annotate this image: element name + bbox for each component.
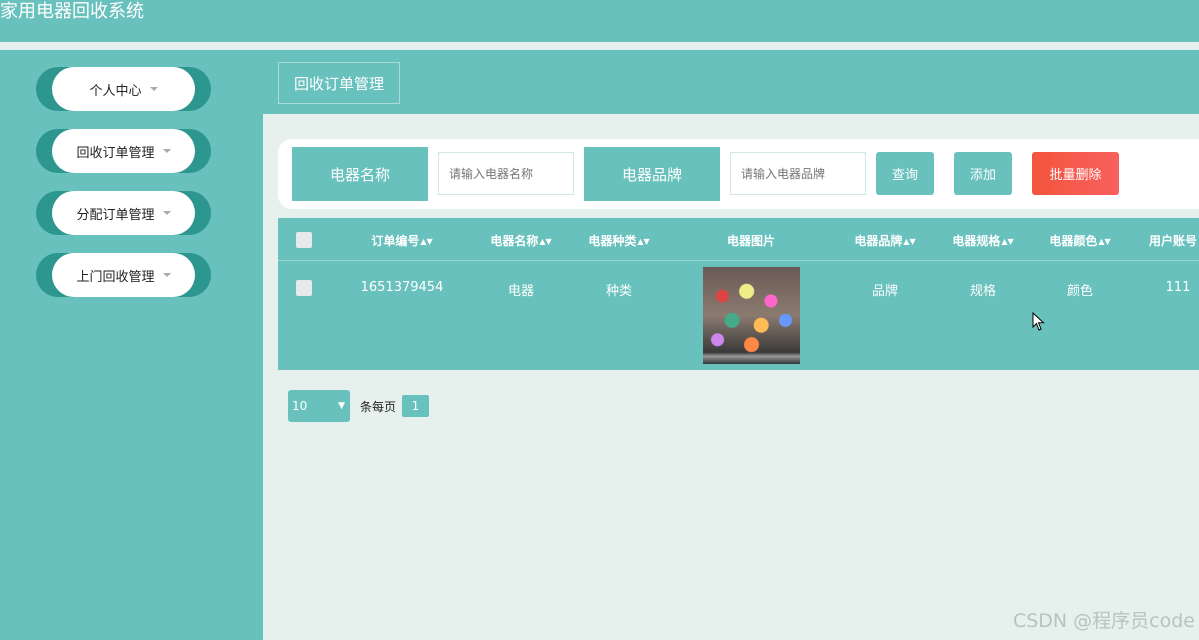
watermark: CSDN @程序员code xyxy=(1012,610,1195,632)
sidebar-item-label: 分配订单管理 xyxy=(76,207,155,223)
column-header[interactable]: 电器名称▲▼ xyxy=(490,232,551,249)
sidebar-item-personal-center[interactable]: 个人中心 xyxy=(36,67,211,111)
sidebar: 个人中心 回收订单管理 分配订单管理 上门回收管理 xyxy=(0,50,263,640)
table-header: 订单编号▲▼ 电器名称▲▼ 电器种类▲▼ 电器图片 电器品牌▲▼ 电器规格▲▼ … xyxy=(278,218,1199,261)
page-size-select[interactable]: 10 ▼ xyxy=(288,390,350,422)
cell-order-no: 1651379454 xyxy=(360,280,444,295)
name-search-input[interactable] xyxy=(438,152,574,195)
sidebar-item-onsite-recycling[interactable]: 上门回收管理 xyxy=(36,253,211,297)
column-header[interactable]: 用户账号 xyxy=(1149,232,1197,249)
cell-spec: 规格 xyxy=(969,284,997,299)
caret-down-icon xyxy=(162,273,171,277)
brand-search-input[interactable] xyxy=(730,152,866,195)
batch-delete-button[interactable]: 批量删除 xyxy=(1032,152,1119,195)
appliance-image[interactable] xyxy=(703,267,800,364)
column-header: 电器图片 xyxy=(726,234,776,248)
header-divider xyxy=(0,42,1199,50)
page-number-button[interactable]: 1 xyxy=(402,395,429,417)
sort-icon: ▲▼ xyxy=(1001,237,1014,246)
sort-icon: ▲▼ xyxy=(1098,237,1111,246)
app-title: 家用电器回收系统 xyxy=(0,1,144,22)
breadcrumb-bar: 回收订单管理 xyxy=(263,50,1199,114)
orders-table: 订单编号▲▼ 电器名称▲▼ 电器种类▲▼ 电器图片 电器品牌▲▼ 电器规格▲▼ … xyxy=(278,218,1199,370)
column-header[interactable]: 电器种类▲▼ xyxy=(588,232,649,249)
brand-label: 电器品牌 xyxy=(584,147,720,201)
sort-icon: ▲▼ xyxy=(637,237,650,246)
query-button[interactable]: 查询 xyxy=(876,152,934,195)
sort-icon: ▲▼ xyxy=(420,237,433,246)
caret-down-icon xyxy=(162,211,171,215)
sort-icon: ▲▼ xyxy=(539,237,552,246)
caret-down-icon xyxy=(149,87,158,91)
top-header: 家用电器回收系统 xyxy=(0,0,1199,42)
name-label: 电器名称 xyxy=(292,147,428,201)
per-page-label: 条每页 xyxy=(360,400,397,414)
row-checkbox[interactable] xyxy=(296,280,312,296)
cell-category: 种类 xyxy=(605,284,633,299)
column-header[interactable]: 电器品牌▲▼ xyxy=(854,232,915,249)
cell-name: 电器 xyxy=(507,284,535,299)
cell-account: 111 xyxy=(1165,280,1191,295)
sidebar-item-label: 回收订单管理 xyxy=(76,145,155,161)
select-all-checkbox[interactable] xyxy=(296,232,312,248)
sidebar-item-assigned-orders[interactable]: 分配订单管理 xyxy=(36,191,211,235)
column-header[interactable]: 电器颜色▲▼ xyxy=(1049,232,1110,249)
sidebar-item-label: 个人中心 xyxy=(89,83,142,99)
page-size-value: 10 xyxy=(292,399,308,413)
sidebar-item-recycle-orders[interactable]: 回收订单管理 xyxy=(36,129,211,173)
caret-down-icon xyxy=(162,149,171,153)
sidebar-item-label: 上门回收管理 xyxy=(76,269,155,285)
chevron-down-icon: ▼ xyxy=(338,401,345,411)
cell-color: 颜色 xyxy=(1066,284,1094,299)
sort-icon: ▲▼ xyxy=(903,237,916,246)
column-header[interactable]: 电器规格▲▼ xyxy=(952,232,1013,249)
add-button[interactable]: 添加 xyxy=(954,152,1012,195)
search-panel: 电器名称 电器品牌 查询 添加 批量删除 xyxy=(278,139,1199,209)
cell-brand: 品牌 xyxy=(871,284,899,299)
breadcrumb[interactable]: 回收订单管理 xyxy=(278,62,401,104)
column-header[interactable]: 订单编号▲▼ xyxy=(371,232,432,249)
